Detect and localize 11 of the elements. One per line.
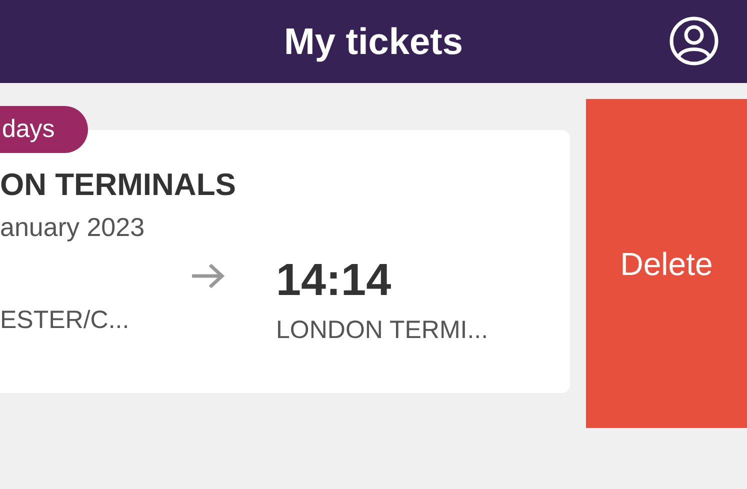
arrival-time: 14:14 <box>276 256 392 304</box>
page-title: My tickets <box>284 20 463 64</box>
arrival-station: LONDON TERMI... <box>276 315 488 346</box>
duration-badge: days <box>0 106 88 153</box>
account-button[interactable] <box>669 16 719 66</box>
date-text: anuary 2023 <box>0 211 146 244</box>
delete-button[interactable]: Delete <box>586 99 747 428</box>
arrow-icon <box>190 262 226 290</box>
departure-station: ESTER/C... <box>0 305 130 336</box>
user-icon <box>669 16 719 66</box>
destination-text: ON TERMINALS <box>0 166 237 204</box>
